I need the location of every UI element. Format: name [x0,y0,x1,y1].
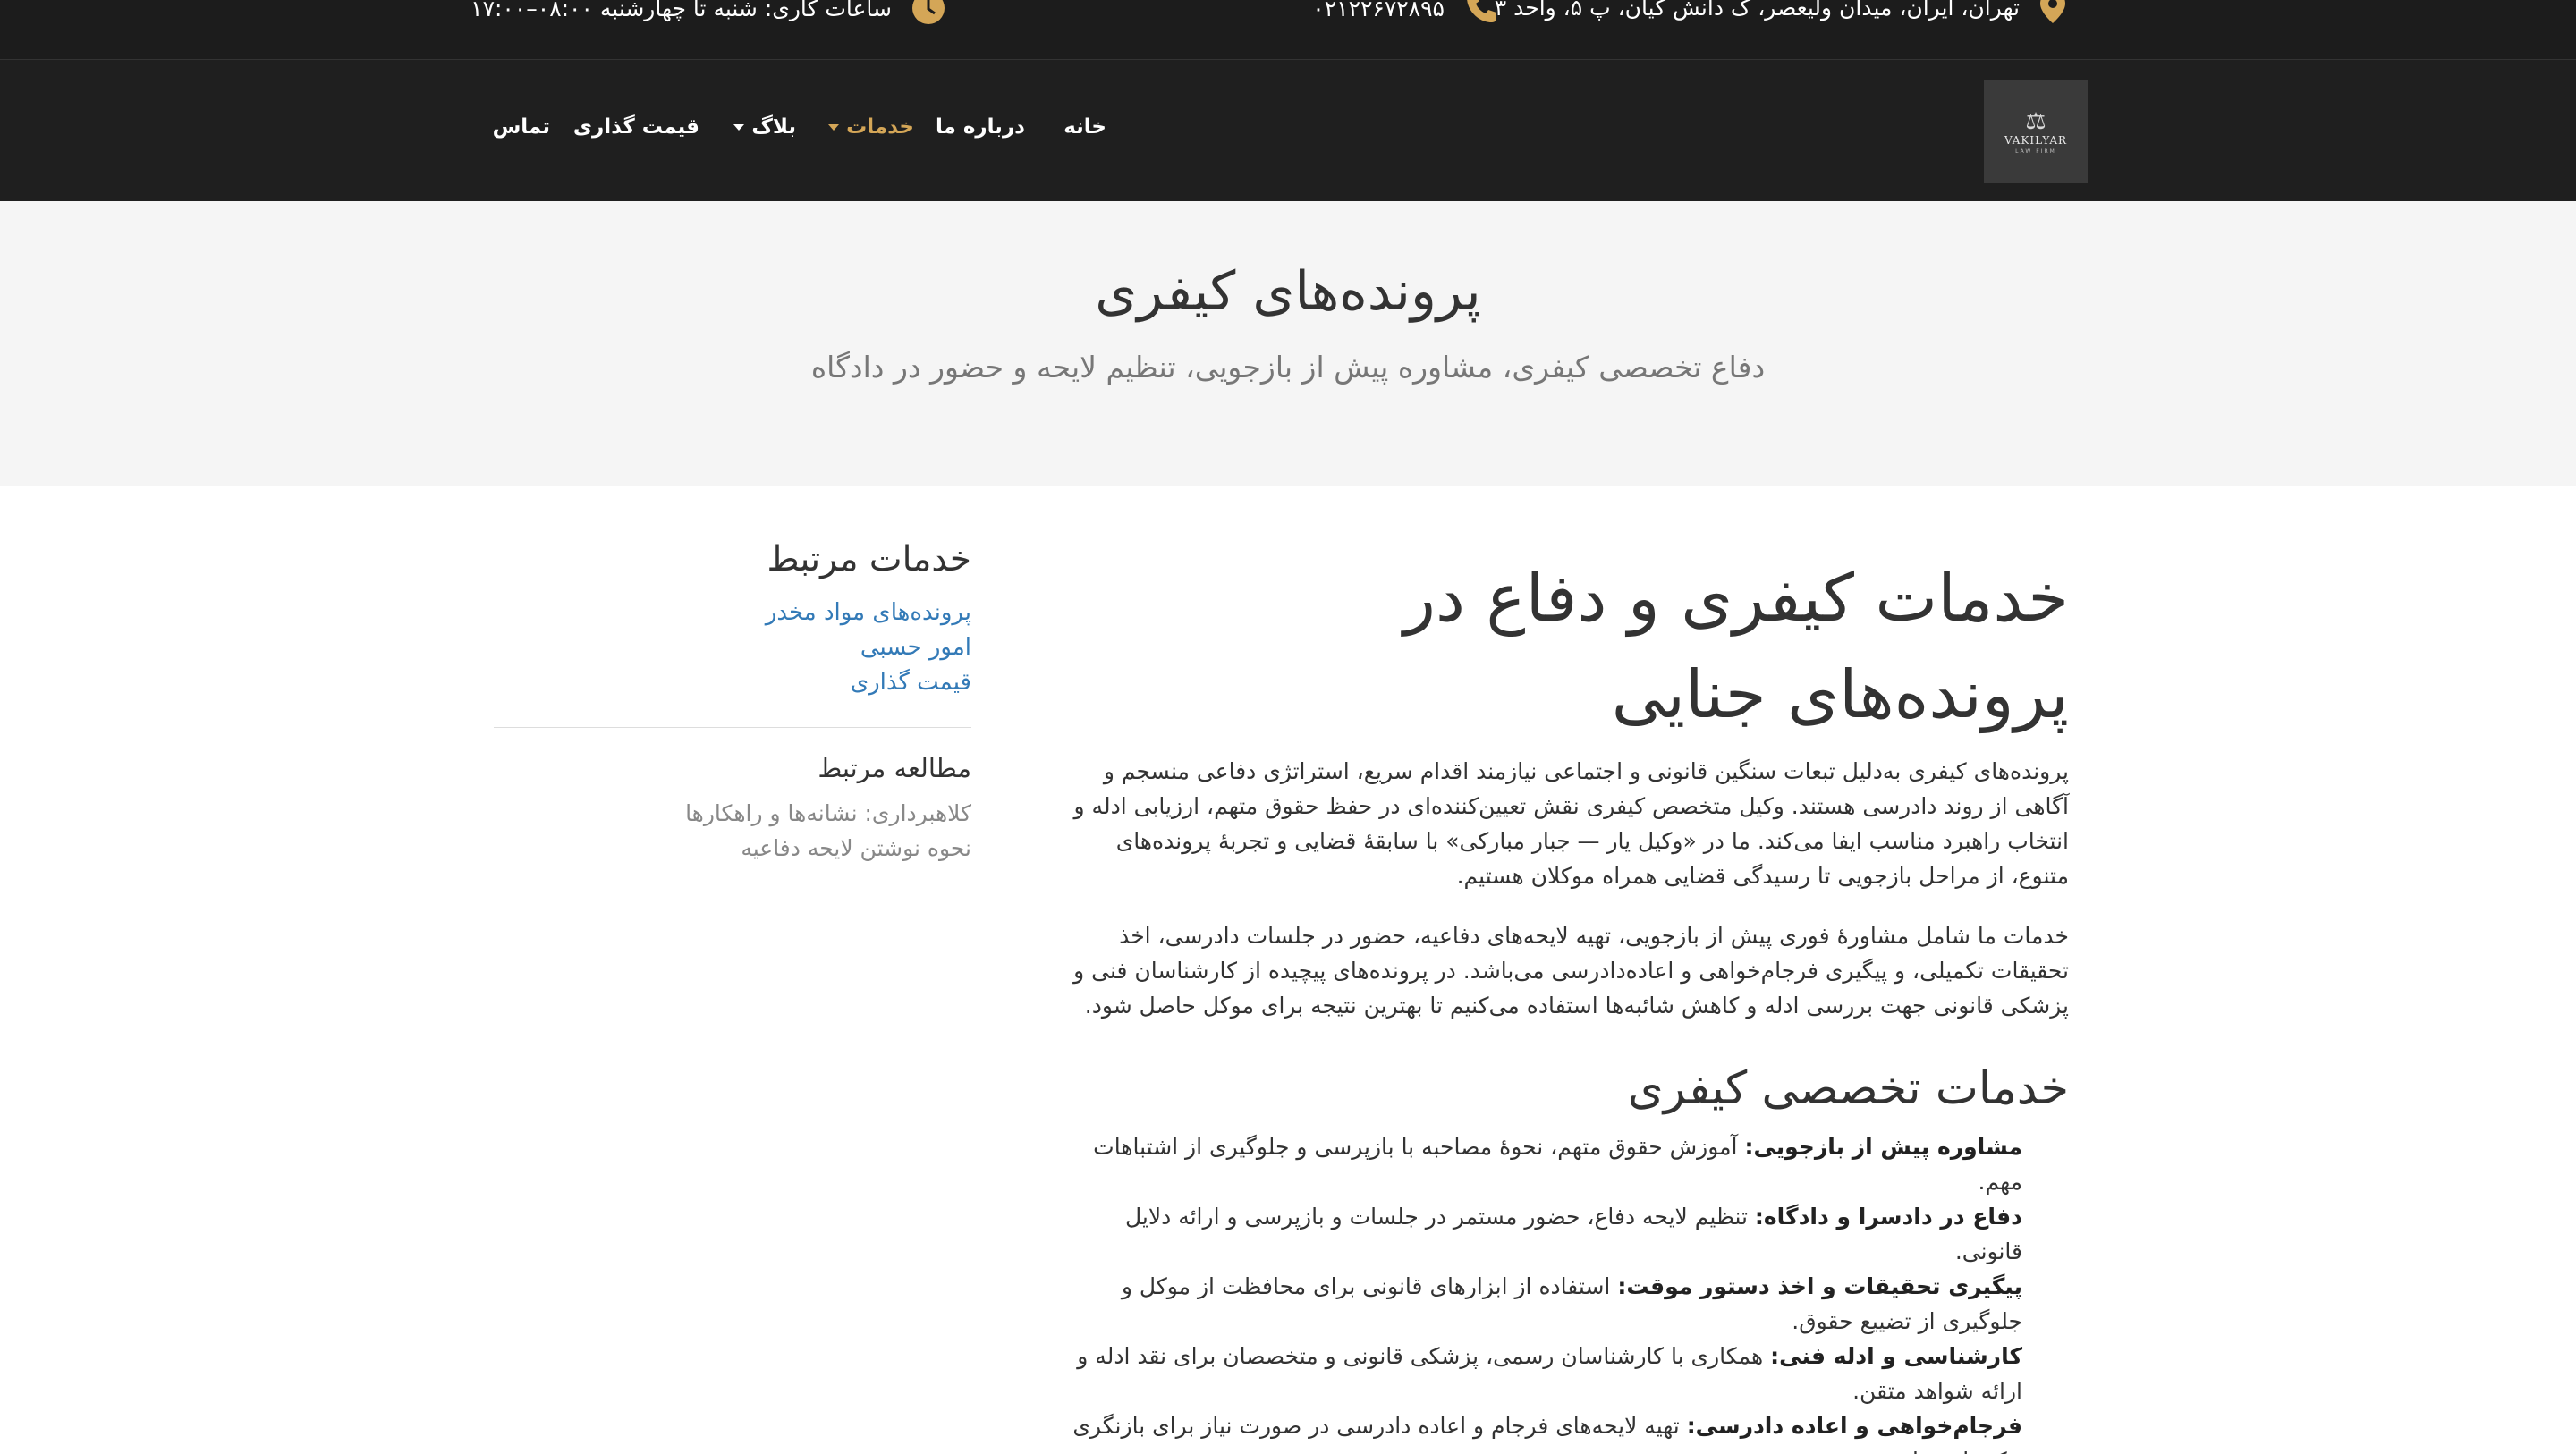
clock-icon [911,0,945,25]
nav-blog-label: بلاگ [751,115,796,139]
article-heading-line1: خدمات کیفری و دفاع در [1403,560,2069,637]
nav-blog[interactable]: بلاگ [733,115,796,139]
sidebar-divider [494,727,971,728]
service-title: دفاع در دادسرا و دادگاه: [1754,1204,2022,1230]
main-navbar: ⚖ VAKILYAR LAW FIRM خانه درباره ما خدمات… [0,60,2576,201]
nav-services[interactable]: خدمات [828,115,914,139]
page-title: پرونده‌های کیفری [1095,260,1481,323]
related-service-link[interactable]: قیمت گذاری [494,665,971,700]
hours-text: ساعات کاری: شنبه تا چهارشنبه ۰۸:۰۰–۱۷:۰۰ [470,0,892,21]
site-logo[interactable]: ⚖ VAKILYAR LAW FIRM [1984,80,2088,183]
list-item: فرجام‌خواهی و اعاده دادرسی: تهیه لایحه‌ه… [1058,1408,2022,1454]
nav-contact[interactable]: تماس [493,115,550,139]
phone-info: ۰۲۱۲۲۶۷۲۸۹۵ [1312,0,1498,25]
address-info: تهران، ایران، میدان ولیعصر، ک دانش کیان،… [1495,0,2066,23]
phone-icon [1464,0,1498,25]
page-subtitle: دفاع تخصصی کیفری، مشاوره پیش از بازجویی،… [810,350,1766,385]
scales-icon: ⚖ [2025,107,2046,135]
service-title: کارشناسی و ادله فنی: [1770,1343,2022,1369]
related-reading-title: مطالعه مرتبط [818,753,971,783]
chevron-down-icon [733,123,745,131]
article-heading: خدمات کیفری و دفاع در پرونده‌های جنایی [1058,550,2069,743]
service-title: پیگیری تحقیقات و اخذ دستور موقت: [1617,1273,2022,1299]
page-hero: پرونده‌های کیفری دفاع تخصصی کیفری، مشاور… [0,201,2576,486]
list-item: کارشناسی و ادله فنی: همکاری با کارشناسان… [1058,1339,2022,1408]
nav-pricing[interactable]: قیمت گذاری [573,115,699,139]
chevron-down-icon [828,123,840,131]
main-content: خدمات کیفری و دفاع در پرونده‌های جنایی پ… [1058,550,2069,1454]
related-services-title: خدمات مرتبط [767,539,971,579]
related-service-link[interactable]: پرونده‌های مواد مخدر [494,596,971,630]
address-text: تهران، ایران، میدان ولیعصر، ک دانش کیان،… [1494,0,2020,21]
sidebar: خدمات مرتبط پرونده‌های مواد مخدر امور حس… [494,539,971,866]
hours-info: ساعات کاری: شنبه تا چهارشنبه ۰۸:۰۰–۱۷:۰۰ [470,0,945,25]
article-heading-line2: پرونده‌های جنایی [1611,656,2069,733]
related-reading-list: کلاهبرداری: نشانه‌ها و راهکارها نحوه نوش… [494,796,971,866]
service-title: مشاوره پیش از بازجویی: [1744,1134,2022,1160]
list-item: پیگیری تحقیقات و اخذ دستور موقت: استفاده… [1058,1269,2022,1339]
logo-brand: VAKILYAR [2004,133,2068,147]
article-paragraph-1: پرونده‌های کیفری به‌دلیل تبعات سنگین قان… [1073,758,2069,889]
services-heading: خدمات تخصصی کیفری [1627,1062,2069,1115]
nav-services-label: خدمات [846,115,914,139]
nav-home[interactable]: خانه [1063,115,1106,139]
nav-about[interactable]: درباره ما [936,115,1025,139]
article-paragraph-2: خدمات ما شامل مشاورهٔ فوری پیش از بازجوی… [1073,923,2069,1019]
logo-tagline: LAW FIRM [2015,148,2056,155]
services-list: مشاوره پیش از بازجویی: آموزش حقوق متهم، … [1058,1129,2069,1454]
location-pin-icon [2039,0,2066,23]
list-item: مشاوره پیش از بازجویی: آموزش حقوق متهم، … [1058,1129,2022,1199]
related-service-link[interactable]: امور حسبی [494,630,971,665]
related-reading-item: نحوه نوشتن لایحه دفاعیه [741,835,971,861]
phone-text[interactable]: ۰۲۱۲۲۶۷۲۸۹۵ [1312,0,1445,21]
related-reading-item: کلاهبرداری: نشانه‌ها و راهکارها [685,800,971,826]
related-services-list: پرونده‌های مواد مخدر امور حسبی قیمت گذار… [494,596,971,700]
service-title: فرجام‌خواهی و اعاده دادرسی: [1686,1413,2022,1439]
top-info-bar: تهران، ایران، میدان ولیعصر، ک دانش کیان،… [0,0,2576,60]
list-item: دفاع در دادسرا و دادگاه: تنظیم لایحه دفا… [1058,1199,2022,1269]
